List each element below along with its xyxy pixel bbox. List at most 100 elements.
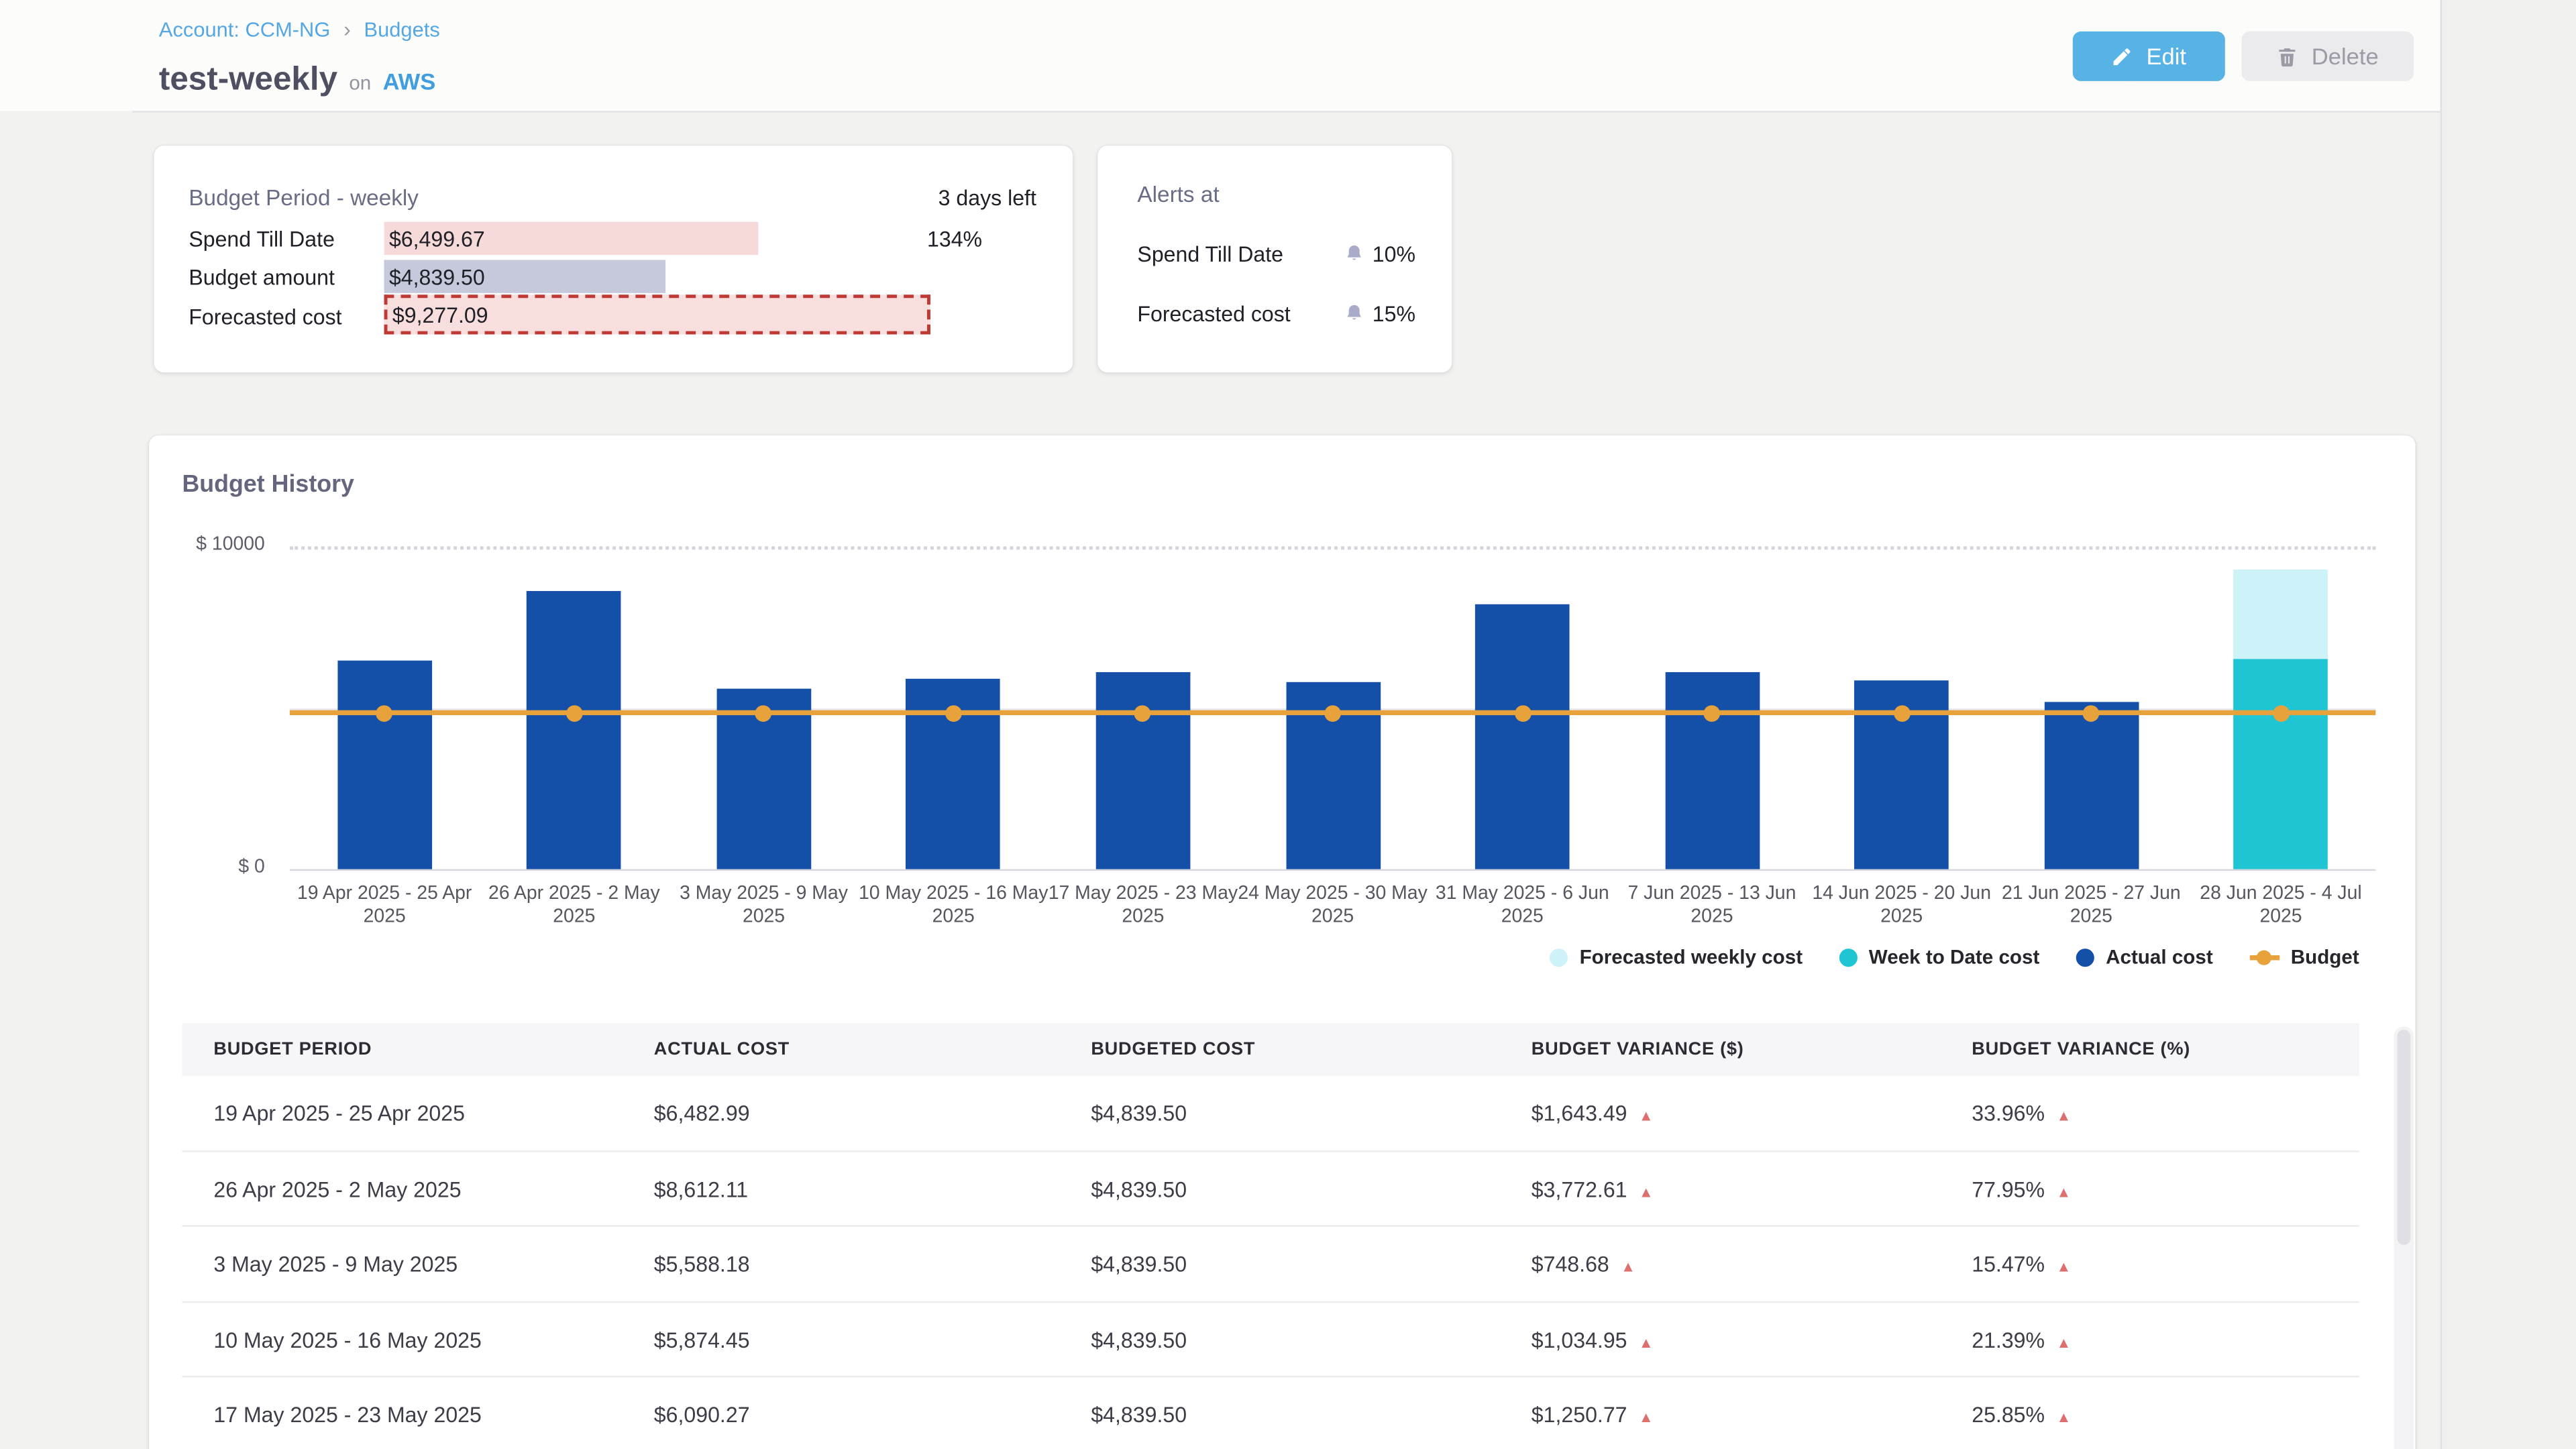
forecasted-cost-value: $9,277.09 <box>387 302 488 327</box>
bar-actual-cost[interactable] <box>1475 604 1570 869</box>
alerts-card-title: Alerts at <box>1137 182 1219 207</box>
variance-up-icon: ▲ <box>1621 1258 1635 1275</box>
cell-budgeted-cost: $4,839.50 <box>1091 1076 1521 1150</box>
alert-forecast-percent: 15% <box>1373 301 1415 326</box>
cell-budget-variance-pct: 77.95%▲ <box>1972 1151 2353 1226</box>
y-axis-tick-bottom: $ 0 <box>162 857 265 877</box>
edit-button[interactable]: Edit <box>2073 32 2225 81</box>
cell-budget-period: 26 Apr 2025 - 2 May 2025 <box>213 1151 644 1226</box>
top-header-bar: Account: CCM-NG › Budgets test-weekly on… <box>0 0 2440 111</box>
cell-budget-period: 3 May 2025 - 9 May 2025 <box>213 1227 644 1301</box>
budget-amount-bar: $4,839.50 <box>384 260 666 292</box>
bell-icon <box>1344 303 1364 325</box>
table-header-cell: BUDGETED COST <box>1091 1023 1521 1076</box>
breadcrumb-account-link[interactable]: Account: CCM-NG <box>159 17 330 41</box>
x-axis-line <box>290 869 2376 871</box>
alert-forecast-label: Forecasted cost <box>1137 301 1290 326</box>
bar-actual-cost[interactable] <box>337 660 432 869</box>
table-scrollbar[interactable] <box>2394 1026 2414 1449</box>
budget-line-marker <box>566 704 583 721</box>
budget-detail-page: Account: CCM-NG › Budgets test-weekly on… <box>0 0 2576 1449</box>
table-header-row: BUDGET PERIODACTUAL COSTBUDGETED COST BUD… <box>182 1023 2359 1076</box>
cell-budget-period: 19 Apr 2025 - 25 Apr 2025 <box>213 1076 644 1150</box>
legend-item-budget[interactable]: Budget <box>2249 945 2359 969</box>
cell-budget-variance-usd: $1,250.77▲ <box>1532 1377 1962 1449</box>
budget-amount-value: $4,839.50 <box>384 264 485 289</box>
bell-icon <box>1344 244 1364 265</box>
alert-row-spend: Spend Till Date 10% <box>1137 241 1415 266</box>
legend-dot-marker <box>1839 948 1857 966</box>
cell-budget-variance-usd: $3,772.61▲ <box>1532 1151 1962 1226</box>
x-axis-label: 31 May 2025 - 6 Jun 2025 <box>1428 882 1617 928</box>
x-axis-label: 24 May 2025 - 30 May 2025 <box>1238 882 1428 928</box>
cell-budgeted-cost: $4,839.50 <box>1091 1302 1521 1377</box>
legend-dot-marker <box>2076 948 2094 966</box>
cloud-provider-label: AWS <box>383 68 436 94</box>
bar-actual-cost[interactable] <box>1096 673 1191 869</box>
legend-dot-marker <box>1550 948 1568 966</box>
cell-budget-variance-pct: 21.39%▲ <box>1972 1302 2353 1377</box>
bar-actual-cost[interactable] <box>527 591 622 869</box>
budget-history-card: Budget History $ 10000 $ 0 19 Apr 2025 -… <box>149 435 2416 1449</box>
bar-actual-cost[interactable] <box>1665 672 1760 869</box>
cell-budgeted-cost: $4,839.50 <box>1091 1151 1521 1226</box>
pencil-icon <box>2112 46 2133 67</box>
bar-forecasted-weekly-cost[interactable] <box>2234 570 2328 659</box>
variance-up-icon: ▲ <box>1639 1108 1654 1124</box>
legend-item-forecasted-weekly-cost[interactable]: Forecasted weekly cost <box>1550 945 1803 969</box>
cell-budget-period: 17 May 2025 - 23 May 2025 <box>213 1377 644 1449</box>
variance-up-icon: ▲ <box>1639 1409 1654 1426</box>
bar-week-to-date-cost[interactable] <box>2234 659 2328 869</box>
cell-budget-variance-usd: $748.68▲ <box>1532 1227 1962 1301</box>
table-header-cell: ACTUAL COST <box>654 1023 1081 1076</box>
budget-line-marker <box>1893 704 1910 721</box>
page-scrollbar-gutter[interactable] <box>2440 0 2576 1449</box>
trash-icon <box>2277 46 2298 67</box>
budget-line-marker <box>2273 704 2290 721</box>
breadcrumb: Account: CCM-NG › Budgets <box>159 17 440 42</box>
variance-up-icon: ▲ <box>2056 1258 2071 1275</box>
budget-period-card-title: Budget Period - weekly <box>189 185 419 210</box>
x-axis-label: 14 Jun 2025 - 20 Jun 2025 <box>1807 882 1996 928</box>
forecasted-cost-label: Forecasted cost <box>189 305 341 329</box>
legend-item-actual-cost[interactable]: Actual cost <box>2076 945 2213 969</box>
y-axis-tick-top: $ 10000 <box>162 535 265 555</box>
x-axis-label: 17 May 2025 - 23 May 2025 <box>1049 882 1238 928</box>
title-on-word: on <box>349 71 371 95</box>
breadcrumb-budgets-link[interactable]: Budgets <box>364 17 440 41</box>
alerts-card: Alerts at Spend Till Date 10% Forecasted… <box>1097 146 1452 372</box>
legend-label: Forecasted weekly cost <box>1580 945 1803 969</box>
title-row: test-weekly on AWS <box>159 61 435 99</box>
cell-budget-variance-pct: 33.96%▲ <box>1972 1076 2353 1150</box>
spend-till-date-percent: 134% <box>927 227 982 252</box>
header-divider <box>132 111 2440 112</box>
cell-actual-cost: $8,612.11 <box>654 1151 1081 1226</box>
x-axis-label: 28 Jun 2025 - 4 Jul 2025 <box>2186 882 2376 928</box>
x-axis-label: 7 Jun 2025 - 13 Jun 2025 <box>1617 882 1807 928</box>
table-header-cell: BUDGET PERIOD <box>213 1023 644 1076</box>
cell-actual-cost: $5,874.45 <box>654 1302 1081 1377</box>
variance-up-icon: ▲ <box>1639 1183 1654 1199</box>
legend-label: Budget <box>2291 945 2359 969</box>
legend-label: Week to Date cost <box>1869 945 2040 969</box>
table-row: 10 May 2025 - 16 May 2025$5,874.45$4,839… <box>182 1302 2359 1377</box>
delete-button[interactable]: Delete <box>2241 32 2414 81</box>
legend-item-week-to-date-cost[interactable]: Week to Date cost <box>1839 945 2039 969</box>
cell-budget-variance-pct: 25.85%▲ <box>1972 1377 2353 1449</box>
x-axis-label: 26 Apr 2025 - 2 May 2025 <box>480 882 669 928</box>
x-axis-label: 10 May 2025 - 16 May 2025 <box>859 882 1049 928</box>
variance-up-icon: ▲ <box>2056 1108 2071 1124</box>
budget-amount-label: Budget amount <box>189 265 335 290</box>
table-header-cell: BUDGET VARIANCE (%) <box>1972 1023 2353 1076</box>
chevron-right-icon: › <box>343 17 351 42</box>
cell-budget-variance-usd: $1,034.95▲ <box>1532 1302 1962 1377</box>
cell-budget-variance-pct: 15.47%▲ <box>1972 1227 2353 1301</box>
budget-history-table: 19 Apr 2025 - 25 Apr 2025$6,482.99$4,839… <box>182 1076 2359 1449</box>
bar-actual-cost[interactable] <box>2044 702 2139 869</box>
table-scrollbar-thumb[interactable] <box>2397 1030 2410 1245</box>
days-left-label: 3 days left <box>938 185 1036 210</box>
legend-line-marker <box>2249 955 2279 959</box>
table-row: 19 Apr 2025 - 25 Apr 2025$6,482.99$4,839… <box>182 1076 2359 1151</box>
table-row: 26 Apr 2025 - 2 May 2025$8,612.11$4,839.… <box>182 1151 2359 1226</box>
alert-row-forecast: Forecasted cost 15% <box>1137 301 1415 326</box>
